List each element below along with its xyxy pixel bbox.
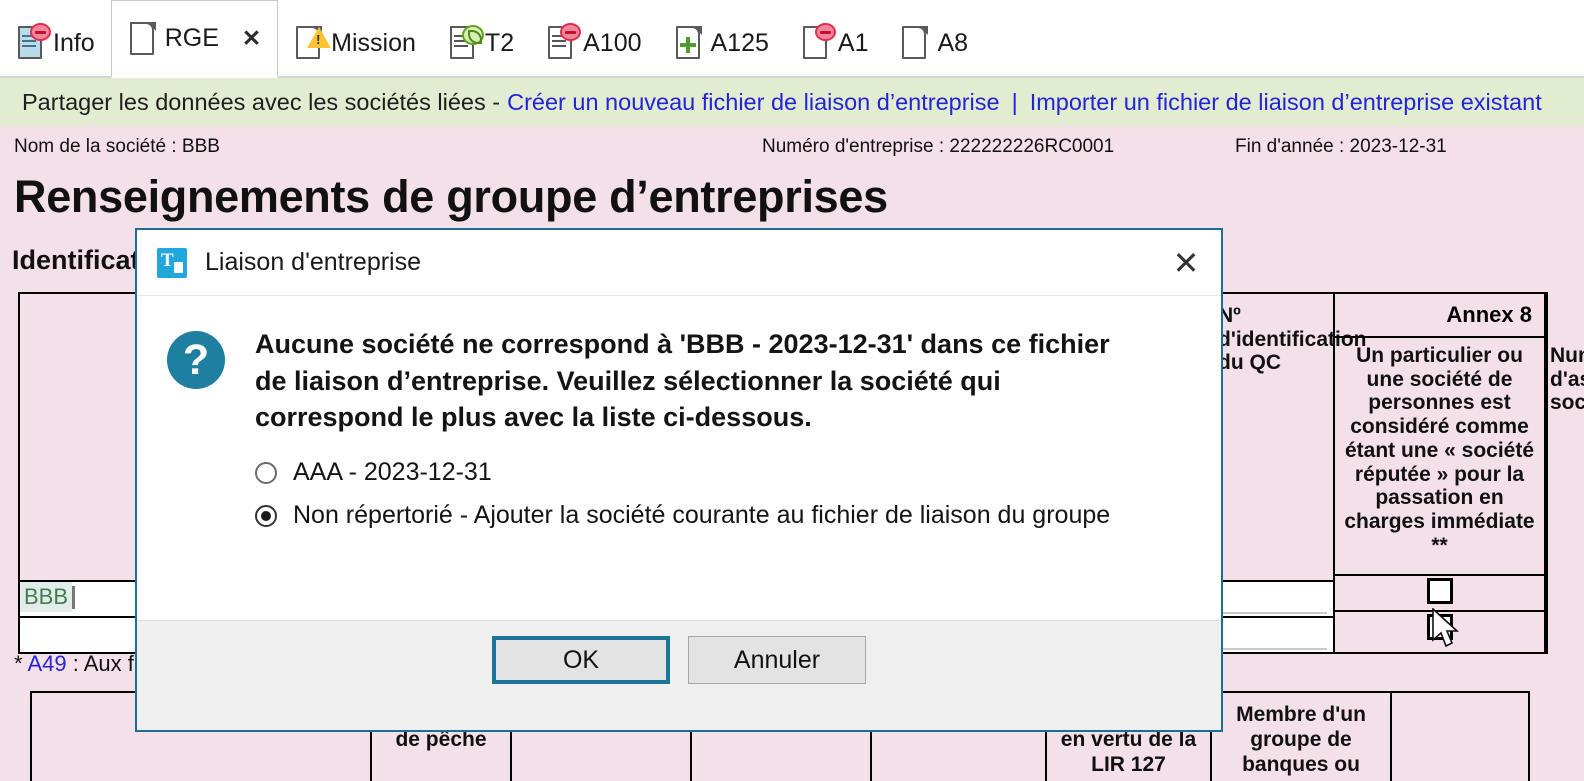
year-end-label: Fin d'année : 2023-12-31 xyxy=(1235,136,1447,157)
ok-button[interactable]: OK xyxy=(492,636,670,684)
share-data-bar: Partager les données avec les sociétés l… xyxy=(0,78,1584,126)
column-id-qc: Nº d'identification du QC xyxy=(1210,294,1367,652)
tab-a100[interactable]: A100 xyxy=(530,10,657,76)
bottom-column-tail xyxy=(1392,693,1528,781)
tab-close-icon[interactable]: ✕ xyxy=(242,25,261,52)
dialog-title: Liaison d'entreprise xyxy=(205,248,422,276)
corporate-linkage-dialog: Liaison d'entreprise ✕ ? Aucune société … xyxy=(135,228,1223,732)
dialog-footer: OK Annuler xyxy=(137,620,1221,730)
annex8-group-header: Annex 8 xyxy=(1335,294,1544,338)
tab-label-info: Info xyxy=(53,28,95,57)
footnote-star: * xyxy=(14,651,23,676)
deemed-checkbox-2[interactable] xyxy=(1426,614,1453,640)
id-qc-cell-1[interactable] xyxy=(1210,580,1333,616)
document-warning-icon xyxy=(294,25,332,61)
column-header-sin: Numéro d'assurance sociale xyxy=(1550,344,1584,415)
text-caret xyxy=(72,586,76,609)
radio-icon-unlisted[interactable] xyxy=(255,504,277,527)
tab-rge[interactable]: RGE ✕ xyxy=(110,0,279,78)
deemed-checkbox-cell-2[interactable] xyxy=(1335,610,1544,646)
share-bar-prefix: Partager les données avec les sociétés l… xyxy=(22,88,501,115)
document-icon xyxy=(900,25,930,61)
tab-mission[interactable]: Mission xyxy=(278,10,432,76)
cancel-button[interactable]: Annuler xyxy=(688,636,866,684)
share-bar-separator: | xyxy=(1011,88,1018,115)
taxprep-app-icon xyxy=(157,247,187,278)
close-icon[interactable]: ✕ xyxy=(1165,242,1207,284)
dialog-message: Aucune société ne correspond à 'BBB - 20… xyxy=(255,329,1110,433)
company-name-label: Nom de la société : BBB xyxy=(14,136,220,157)
document-leaf-icon xyxy=(448,25,484,61)
deemed-checkbox-cell-1[interactable] xyxy=(1335,574,1544,610)
document-minus-icon xyxy=(546,23,582,61)
tab-a1[interactable]: A1 xyxy=(785,10,885,76)
column-header-deemed: Un particulier ou une société de personn… xyxy=(1344,344,1535,557)
company-info-row: Nom de la société : BBB Numéro d'entrepr… xyxy=(0,126,1584,166)
tab-label-rge: RGE xyxy=(164,24,219,52)
tab-label-a125: A125 xyxy=(710,28,769,57)
tab-a8[interactable]: A8 xyxy=(884,10,984,76)
id-qc-cell-2[interactable] xyxy=(1210,616,1333,652)
tab-label-a8: A8 xyxy=(937,28,969,57)
page-title: Renseignements de groupe d’entreprises xyxy=(14,171,888,222)
tab-label-a1: A1 xyxy=(837,28,869,57)
radio-label-aaa: AAA - 2023-12-31 xyxy=(293,458,492,487)
document-minus-icon xyxy=(801,23,836,61)
tab-a125[interactable]: A125 xyxy=(658,10,785,76)
document-plus-icon xyxy=(674,25,704,61)
document-tab-bar: Info RGE ✕ Mission T2 A100 xyxy=(0,0,1584,78)
radio-label-unlisted: Non répertorié - Ajouter la société cour… xyxy=(293,501,1111,530)
company-options-group: AAA - 2023-12-31 Non répertorié - Ajoute… xyxy=(255,458,1191,530)
radio-icon-aaa[interactable] xyxy=(255,461,277,484)
radio-option-unlisted[interactable]: Non répertorié - Ajouter la société cour… xyxy=(255,501,1191,530)
dialog-title-bar: Liaison d'entreprise ✕ xyxy=(137,230,1221,296)
business-number-label: Numéro d'entreprise : 222222226RC0001 xyxy=(762,136,1115,157)
footnote-reference-link[interactable]: A49 xyxy=(27,651,66,676)
dialog-body: ? Aucune société ne correspond à 'BBB - … xyxy=(137,296,1221,620)
deemed-checkbox-1[interactable] xyxy=(1426,578,1453,604)
column-group-annex8: Annex 8 Un particulier ou une société de… xyxy=(1335,294,1546,652)
tab-label-mission: Mission xyxy=(331,28,416,57)
create-linkage-file-link[interactable]: Créer un nouveau fichier de liaison d’en… xyxy=(507,89,999,116)
document-icon xyxy=(128,21,158,57)
column-header-id-qc: Nº d'identification du QC xyxy=(1218,304,1367,375)
radio-option-aaa[interactable]: AAA - 2023-12-31 xyxy=(255,458,1191,487)
tab-t2[interactable]: T2 xyxy=(432,10,530,76)
tab-label-t2: T2 xyxy=(484,28,515,57)
company-name-input[interactable]: BBB xyxy=(20,582,73,612)
question-icon: ? xyxy=(167,331,225,389)
tab-label-a100: A100 xyxy=(583,28,642,57)
import-linkage-file-link[interactable]: Importer un fichier de liaison d’entrepr… xyxy=(1030,89,1542,116)
tab-info[interactable]: Info xyxy=(0,10,111,76)
bottom-column-bank: Membre d'un groupe de banques ou xyxy=(1212,693,1392,781)
document-minus-icon xyxy=(16,23,51,61)
